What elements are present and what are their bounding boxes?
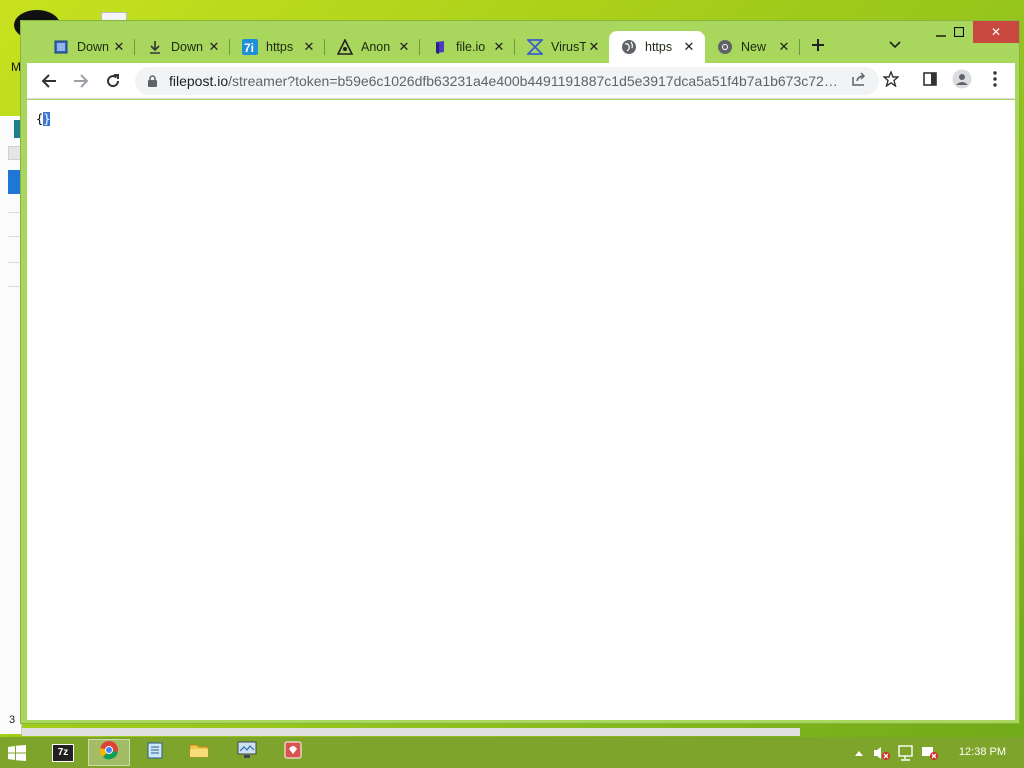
close-window-button[interactable]: ✕ — [973, 21, 1019, 43]
close-icon[interactable]: ✕ — [681, 39, 697, 55]
background-window: 3 — [0, 116, 22, 734]
fileio-icon — [432, 39, 448, 55]
taskbar-explorer[interactable] — [178, 739, 220, 766]
tab-strip: Down ✕ Down ✕ 7i https ✕ Anon ✕ file.io … — [21, 21, 1019, 63]
app-icon — [284, 741, 302, 764]
url-text: filepost.io/streamer?token=b59e6c1026dfb… — [169, 73, 839, 89]
tab-title: https — [645, 40, 673, 54]
taskbar-monitor[interactable] — [226, 739, 268, 766]
monitor-icon — [237, 741, 257, 764]
globe-icon — [621, 39, 637, 55]
taskbar-app[interactable] — [272, 739, 314, 766]
network-icon[interactable] — [897, 744, 915, 762]
menu-kebab-icon[interactable] — [985, 69, 1005, 89]
tab-search-button[interactable] — [883, 33, 907, 57]
virustotal-icon — [527, 39, 543, 55]
background-window-number: 3 — [9, 714, 16, 726]
forward-button[interactable] — [69, 69, 93, 93]
tab-fileio[interactable]: file.io ✕ — [420, 31, 515, 63]
close-icon[interactable]: ✕ — [396, 39, 412, 55]
close-icon[interactable]: ✕ — [301, 39, 317, 55]
url-path: /streamer?token=b59e6c1026dfb63231a4e400… — [228, 73, 839, 89]
7zip-icon: 7z — [52, 743, 74, 762]
back-button[interactable] — [37, 69, 61, 93]
browser-window: Down ✕ Down ✕ 7i https ✕ Anon ✕ file.io … — [20, 20, 1020, 724]
taskbar: 7z 12:38 PM — [0, 737, 1024, 768]
new-tab-button[interactable] — [806, 33, 830, 57]
windows-start-icon[interactable] — [8, 745, 26, 761]
tab-separator — [799, 39, 800, 55]
side-panel-icon[interactable] — [920, 69, 940, 89]
7i-icon: 7i — [242, 39, 258, 55]
tab-title: file.io — [456, 40, 486, 54]
tab-down-1[interactable]: Down ✕ — [41, 31, 135, 63]
volume-muted-icon[interactable] — [873, 744, 891, 762]
profile-avatar-icon[interactable] — [952, 69, 972, 89]
tab-new[interactable]: New ✕ — [705, 31, 800, 63]
tab-virustotal[interactable]: VirusT ✕ — [515, 31, 610, 63]
action-center-alert-icon[interactable] — [921, 744, 939, 762]
json-selection: } — [43, 112, 51, 126]
close-icon[interactable]: ✕ — [586, 39, 602, 55]
close-icon[interactable]: ✕ — [206, 39, 222, 55]
tab-title: New — [741, 40, 767, 54]
url-host: filepost.io — [169, 73, 229, 89]
notepad-icon — [147, 741, 163, 764]
anon-icon — [337, 39, 353, 55]
tab-title: VirusT — [551, 40, 586, 54]
tab-title: Down — [171, 40, 203, 54]
bookmark-star-icon[interactable] — [881, 69, 901, 89]
reload-button[interactable] — [101, 69, 125, 93]
close-icon[interactable]: ✕ — [491, 39, 507, 55]
show-hidden-icons-icon[interactable] — [850, 744, 868, 762]
notepad-icon — [53, 39, 69, 55]
tab-title: Down — [77, 40, 109, 54]
chrome-icon — [99, 740, 119, 765]
svg-text:7i: 7i — [244, 41, 254, 55]
folder-icon — [189, 742, 209, 763]
taskbar-notepad[interactable] — [134, 739, 176, 766]
tab-https-active[interactable]: https ✕ — [609, 31, 705, 63]
browser-toolbar: filepost.io/streamer?token=b59e6c1026dfb… — [27, 63, 1015, 99]
taskbar-clock[interactable]: 12:38 PM — [959, 746, 1006, 758]
share-icon[interactable] — [849, 69, 869, 89]
close-icon[interactable]: ✕ — [776, 39, 792, 55]
tab-down-2[interactable]: Down ✕ — [135, 31, 230, 63]
page-content: {} — [27, 100, 1015, 720]
tab-anon[interactable]: Anon ✕ — [325, 31, 420, 63]
json-body: {} — [36, 112, 51, 126]
close-icon[interactable]: ✕ — [111, 39, 127, 55]
taskbar-chrome[interactable] — [88, 739, 130, 766]
tab-title: Anon — [361, 40, 391, 54]
tab-title: https — [266, 40, 294, 54]
tab-https-1[interactable]: 7i https ✕ — [230, 31, 325, 63]
taskbar-7zip[interactable]: 7z — [42, 739, 84, 766]
address-bar[interactable]: filepost.io/streamer?token=b59e6c1026dfb… — [135, 67, 879, 95]
download-icon — [147, 39, 163, 55]
lock-icon[interactable] — [147, 74, 159, 88]
background-scrollbar — [22, 728, 800, 736]
chrome-icon — [717, 39, 733, 55]
maximize-button[interactable] — [944, 21, 974, 43]
